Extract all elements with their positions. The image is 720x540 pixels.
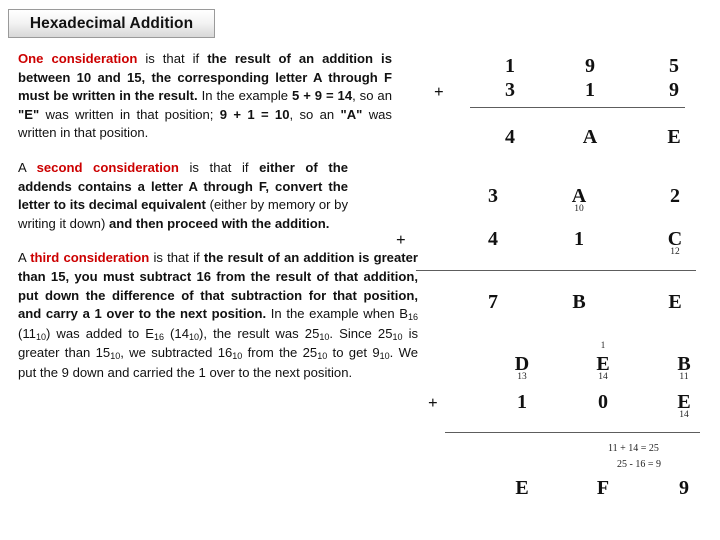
example-3-carry-digit: 1 (600, 340, 606, 350)
example-1-sum-digit-0: 4 (505, 126, 515, 148)
example-3-plus-operator: + (428, 393, 438, 412)
paragraph-first-consideration: One consideration is that if the result … (18, 50, 392, 143)
highlight-one-consideration: One consideration (18, 51, 138, 66)
p3-seg-k: from the 25 (242, 345, 318, 361)
p1-seg-j: "A" (340, 106, 363, 122)
p3-seg-h: . Since 25 (329, 325, 393, 341)
p2-lead: A (18, 159, 37, 175)
p3-seg-e: ) was added to E (45, 325, 154, 341)
example-1-plus-operator: + (434, 82, 444, 101)
p1-seg-a: is that if (137, 51, 208, 66)
p3-seg-j: , we subtracted 16 (120, 345, 233, 361)
p3-seg-a: is that if (149, 250, 204, 266)
paragraph-third-consideration: A third consideration is that if the res… (18, 249, 418, 382)
p3-sub-2: 10 (35, 331, 46, 342)
p1-seg-d: 5 + 9 = 14 (291, 88, 353, 104)
example-2-addend2-digit-1: 1 (574, 228, 584, 250)
example-2-sum-digit-2: E (668, 291, 682, 313)
page-title-box: Hexadecimal Addition (8, 9, 215, 38)
example-3-addend2-sub-2: 14 (679, 410, 689, 420)
p3-sub-8: 10 (232, 351, 243, 362)
p1-seg-f: "E" (18, 106, 40, 122)
p2-seg-d: and then proceed with the addition. (105, 215, 330, 231)
example-3-addend1-sub-2: 11 (679, 372, 689, 382)
example-3-sum-digit-1: F (596, 477, 610, 499)
example-2-addend1-sub-1: 10 (574, 204, 584, 214)
explanation-text-column: One consideration is that if the result … (18, 50, 418, 383)
p2-seg-a: is that if (178, 159, 260, 175)
p3-sub-5: 10 (319, 331, 330, 342)
p3-seg-l: to get 9 (327, 345, 380, 361)
example-1-sum-digit-2: E (667, 126, 681, 148)
example-2-sum-digit-1: B (572, 291, 586, 313)
p3-sub-10: 10 (379, 351, 390, 362)
p1-seg-c: In the example (197, 88, 292, 104)
example-3-addend2-digit-1: 0 (598, 391, 608, 413)
example-2-addend2-digit-0: 4 (488, 228, 498, 250)
p3-seg-d: (11 (18, 325, 36, 341)
example-3-sum-digit-2: 9 (679, 477, 689, 499)
example-3-addend1-sub-1: 14 (598, 372, 608, 382)
example-3-note-line-2: 25 - 16 = 9 (617, 459, 661, 470)
example-1-addend2-digit-2: 9 (669, 79, 679, 101)
p3-sub-1: 16 (407, 312, 418, 323)
highlight-third-consideration: third consideration (30, 250, 150, 266)
example-3-addend2-digit-0: 1 (517, 391, 527, 413)
paragraph-second-consideration: A second consideration is that if either… (18, 159, 348, 233)
example-2-plus-operator: + (396, 230, 406, 249)
example-3-note-line-1: 11 + 14 = 25 (608, 443, 659, 454)
example-3-sum-rule (445, 432, 700, 433)
page-title: Hexadecimal Addition (29, 14, 194, 32)
p3-seg-f: (14 (163, 325, 189, 341)
p3-seg-c: In the example when B (266, 306, 408, 322)
example-2-sum-digit-0: 7 (488, 291, 498, 313)
example-1-sum-digit-1: A (582, 126, 598, 148)
p1-seg-e: , so an (352, 88, 392, 104)
p3-sub-7: 10 (110, 351, 121, 362)
p1-seg-h: 9 + 1 = 10 (219, 106, 290, 122)
example-1-addend2-digit-1: 1 (585, 79, 595, 101)
highlight-second-consideration: second consideration (36, 159, 179, 175)
example-2-sum-rule (416, 270, 696, 271)
p3-sub-4: 10 (188, 331, 199, 342)
p3-sub-9: 10 (317, 351, 328, 362)
p3-seg-g: ), the result was 25 (199, 325, 320, 341)
p3-sub-3: 16 (153, 331, 164, 342)
example-1-addend1-digit-2: 5 (669, 55, 679, 77)
example-2-addend2-sub-2: 12 (670, 247, 680, 257)
example-2-addend1-digit-0: 3 (488, 185, 498, 207)
example-2-addend1-digit-2: 2 (670, 185, 680, 207)
p3-lead: A (18, 250, 31, 266)
example-1-addend1-digit-0: 1 (505, 55, 515, 77)
p3-sub-6: 10 (392, 331, 403, 342)
example-1-sum-rule (470, 107, 685, 108)
example-3-sum-digit-0: E (515, 477, 529, 499)
p1-seg-g: was written in that position; (39, 106, 220, 122)
p1-seg-i: , so an (289, 106, 341, 122)
example-1-addend1-digit-1: 9 (585, 55, 595, 77)
example-3-addend1-sub-0: 13 (517, 372, 527, 382)
example-1-addend2-digit-0: 3 (505, 79, 515, 101)
